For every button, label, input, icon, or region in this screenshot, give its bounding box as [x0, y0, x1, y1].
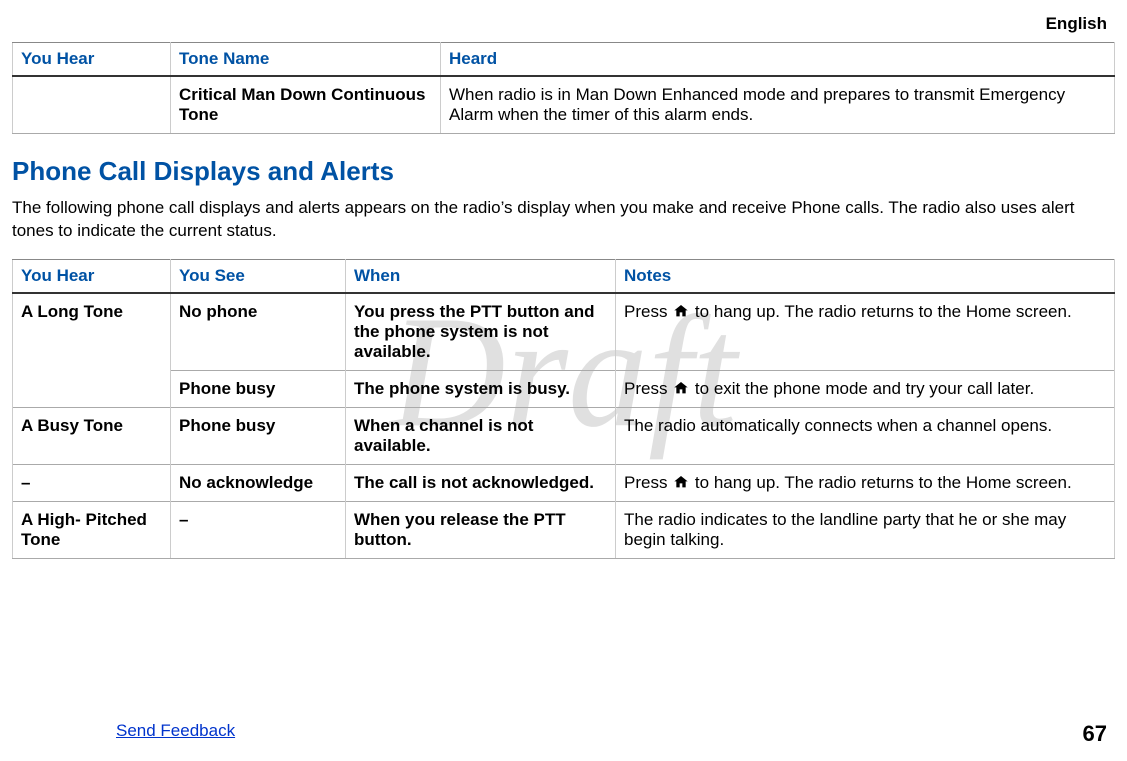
page-number: 67	[1083, 721, 1107, 747]
table-row: A Long Tone No phone You press the PTT b…	[13, 293, 1115, 371]
cell: –	[171, 501, 346, 558]
table-row: – No acknowl­edge The call is not acknow…	[13, 464, 1115, 501]
section-heading: Phone Call Displays and Alerts	[12, 156, 1115, 187]
col-header: Tone Name	[171, 43, 441, 77]
notes-text-before: Press	[624, 473, 672, 492]
cell: No acknowl­edge	[171, 464, 346, 501]
cell: A High- Pitch­ed Tone	[13, 501, 171, 558]
cell: Press to exit the phone mode and try you…	[616, 370, 1115, 407]
notes-text-after: to hang up. The radio returns to the Hom…	[695, 473, 1072, 492]
cell: A Busy Tone	[13, 407, 171, 464]
send-feedback-link[interactable]: Send Feedback	[116, 721, 235, 740]
language-label: English	[12, 10, 1115, 42]
home-icon	[672, 303, 690, 319]
cell: Critical Man Down Contin­uous Tone	[171, 76, 441, 134]
cell: When radio is in Man Down Enhanced mode …	[441, 76, 1115, 134]
table-row: Critical Man Down Contin­uous Tone When …	[13, 76, 1115, 134]
col-header: Notes	[616, 259, 1115, 293]
col-header: Heard	[441, 43, 1115, 77]
cell: –	[13, 464, 171, 501]
home-icon	[672, 380, 690, 396]
cell: No phone	[171, 293, 346, 371]
cell	[13, 76, 171, 134]
page-footer: Send Feedback 67	[0, 721, 1127, 747]
notes-text-before: Press	[624, 379, 672, 398]
table-row: Phone busy The phone system is busy. Pre…	[13, 370, 1115, 407]
notes-text-before: Press	[624, 302, 672, 321]
cell: When you release the PTT button.	[346, 501, 616, 558]
cell: A Long Tone	[13, 293, 171, 408]
notes-text-after: to hang up. The radio returns to the Hom…	[695, 302, 1072, 321]
cell: The phone system is busy.	[346, 370, 616, 407]
table-phone-alerts: You Hear You See When Notes A Long Tone …	[12, 259, 1115, 559]
col-header: You See	[171, 259, 346, 293]
cell: Press to hang up. The radio returns to t…	[616, 293, 1115, 371]
table-row: You Hear Tone Name Heard	[13, 43, 1115, 77]
cell: You press the PTT button and the phone s…	[346, 293, 616, 371]
table-row: You Hear You See When Notes	[13, 259, 1115, 293]
cell: The radio automatically connects when a …	[616, 407, 1115, 464]
cell: Press to hang up. The radio returns to t…	[616, 464, 1115, 501]
table-row: A Busy Tone Phone busy When a channel is…	[13, 407, 1115, 464]
col-header: You Hear	[13, 259, 171, 293]
cell: Phone busy	[171, 407, 346, 464]
notes-text-after: to exit the phone mode and try your call…	[695, 379, 1034, 398]
cell: Phone busy	[171, 370, 346, 407]
table-tones: You Hear Tone Name Heard Critical Man Do…	[12, 42, 1115, 134]
cell: When a channel is not available.	[346, 407, 616, 464]
table-row: A High- Pitch­ed Tone – When you release…	[13, 501, 1115, 558]
cell: The call is not acknowl­edged.	[346, 464, 616, 501]
cell: The radio indicates to the landline part…	[616, 501, 1115, 558]
section-intro: The following phone call displays and al…	[12, 197, 1115, 243]
col-header: When	[346, 259, 616, 293]
col-header: You Hear	[13, 43, 171, 77]
home-icon	[672, 474, 690, 490]
